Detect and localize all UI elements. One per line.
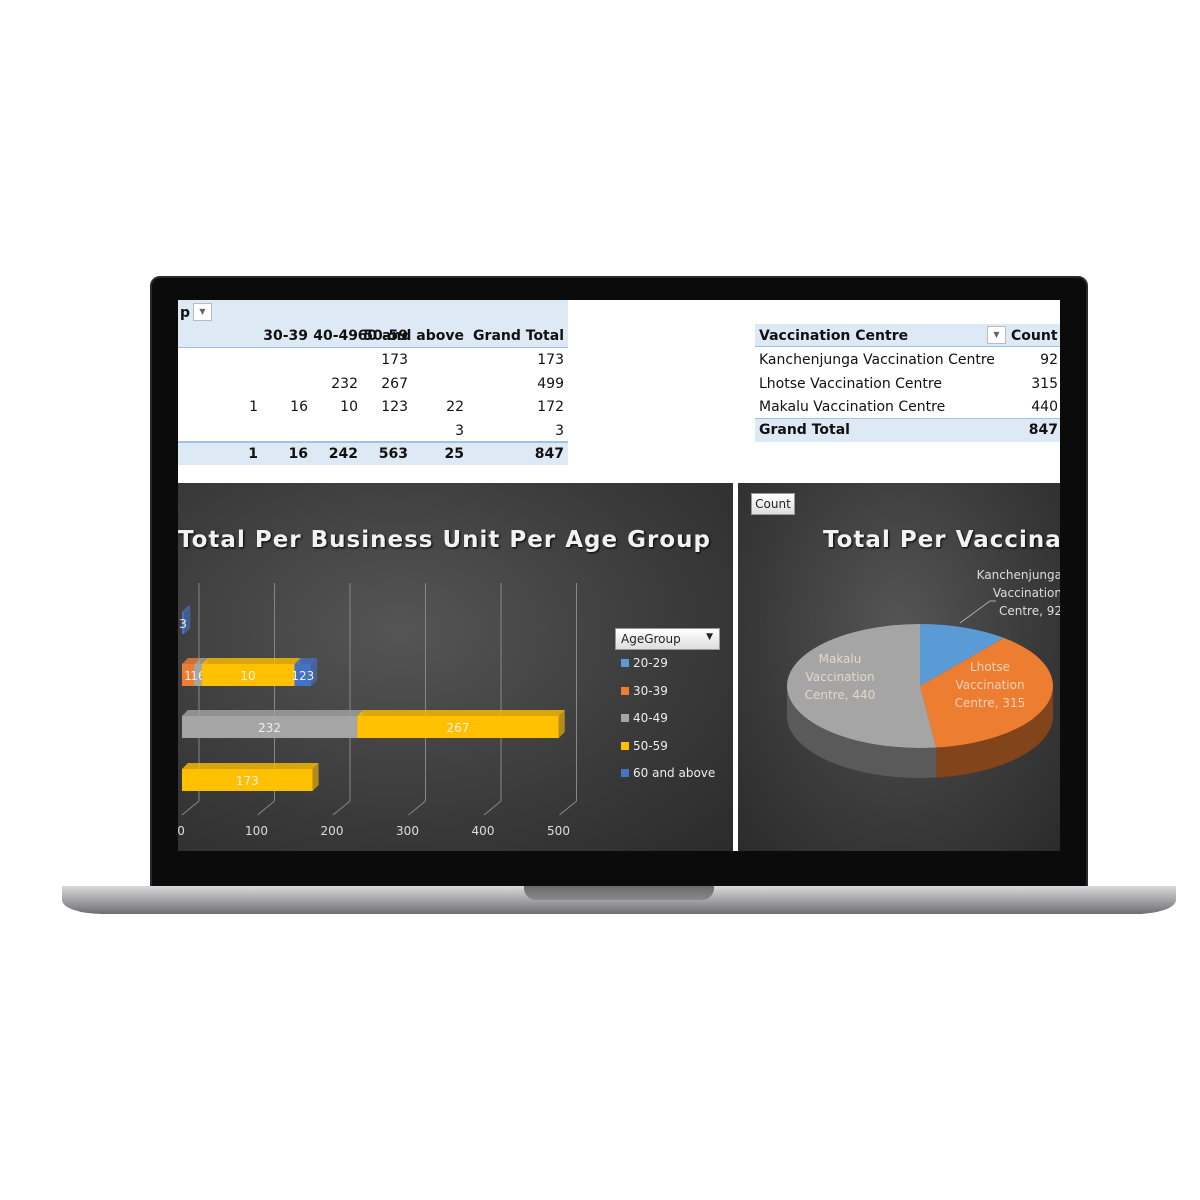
laptop-notch	[524, 886, 714, 900]
column-header: 60 and above	[357, 328, 464, 344]
grand-total-count: 847	[1028, 422, 1058, 438]
legend-label: 20-29	[633, 656, 668, 670]
pie-data-label: Vaccination	[805, 670, 874, 684]
centre-filter-dropdown[interactable]: ▼	[987, 326, 1006, 344]
legend-swatch	[621, 741, 629, 750]
gridline	[257, 800, 275, 816]
spreadsheet-screen: p ▼ 30-39 40-49 50-59 60 and above Grand Tot…	[178, 300, 1060, 851]
centre-count: 315	[1031, 375, 1058, 392]
x-tick-label: 0	[178, 824, 185, 838]
table-cell: 3	[455, 422, 464, 439]
data-label: 173	[236, 774, 259, 788]
legend-swatch	[621, 659, 629, 667]
x-tick-label: 200	[321, 824, 344, 838]
gridline	[559, 800, 577, 816]
centre-header: Vaccination Centre	[759, 328, 909, 344]
pie-chart-plot: Kanchenjunga Vaccination Centre, 92 Lhotse V…	[786, 568, 1060, 778]
total-cell: 847	[534, 446, 564, 462]
x-tick-label: 300	[396, 824, 419, 838]
table-cell: 123	[381, 399, 408, 415]
pie-data-label: Centre, 92	[999, 604, 1060, 618]
centre-name: Kanchenjunga Vaccination Centre	[759, 352, 995, 368]
agegroup-filter-label: AgeGroup	[621, 632, 681, 646]
pie-data-label: Vaccination	[955, 678, 1024, 692]
data-label: 123	[291, 669, 314, 683]
column-header: Grand Total	[473, 328, 564, 344]
centre-name: Lhotse Vaccination Centre	[759, 375, 942, 392]
data-label: 267	[446, 721, 469, 735]
leader-line	[959, 600, 996, 624]
legend-swatch	[621, 714, 629, 722]
chevron-down-icon: ▼	[706, 632, 713, 642]
pivot-filter-label: p	[180, 305, 191, 321]
bar-top	[201, 658, 301, 664]
legend-item[interactable]: 20-29	[621, 656, 668, 670]
table-cell: 22	[446, 399, 464, 415]
chevron-down-icon: ▼	[993, 330, 1000, 339]
x-tick-label: 500	[547, 824, 570, 838]
bar-top	[357, 710, 565, 716]
bar-top	[182, 710, 364, 716]
centre-name: Makalu Vaccination Centre	[759, 399, 946, 415]
count-header: Count	[1011, 328, 1058, 344]
legend-swatch	[621, 686, 629, 695]
chevron-down-icon: ▼	[199, 307, 206, 316]
x-tick-label: 400	[472, 824, 495, 838]
table-cell: 499	[537, 375, 564, 392]
legend-item[interactable]: 50-59	[621, 739, 668, 753]
pie-data-label: Centre, 440	[805, 688, 876, 702]
x-tick-label: 100	[245, 824, 268, 838]
total-cell: 25	[444, 446, 464, 462]
centre-count: 92	[1040, 352, 1058, 368]
pivot-filter-dropdown[interactable]: ▼	[193, 303, 212, 321]
gridline	[483, 800, 502, 816]
table-cell: 172	[537, 399, 564, 415]
legend-label: 40-49	[633, 711, 668, 725]
gridline	[408, 800, 426, 816]
legend-item[interactable]: 30-39	[621, 684, 668, 698]
pie-chart-panel[interactable]: Count Total Per Vaccination Centre Kanch…	[738, 483, 1060, 851]
pie-data-label: Vaccination	[993, 586, 1060, 600]
pie-data-label: Makalu	[819, 652, 862, 666]
table-cell: 173	[537, 352, 564, 368]
bar-chart-panel[interactable]: Total Per Business Unit Per Age Group 01…	[178, 483, 733, 851]
legend-item[interactable]: 40-49	[621, 711, 668, 725]
table-cell: 267	[381, 375, 408, 392]
legend-swatch	[621, 769, 629, 777]
gridline	[332, 800, 351, 816]
gridline	[181, 800, 200, 816]
legend-label: 30-39	[633, 683, 668, 698]
grand-total-label: Grand Total	[759, 422, 850, 438]
pie-data-label: Kanchenjunga	[977, 568, 1060, 582]
pie-data-label: Centre, 315	[955, 696, 1026, 710]
data-label: 232	[258, 721, 281, 735]
pie-data-label: Lhotse	[970, 660, 1010, 674]
total-cell: 563	[378, 446, 408, 462]
table-cell: 173	[381, 352, 408, 368]
legend-label: 60 and above	[633, 766, 716, 780]
agegroup-filter-button[interactable]: AgeGroup ▼	[615, 628, 720, 650]
legend-label: 50-59	[633, 738, 668, 753]
data-label: 10	[240, 669, 255, 683]
data-label: 3	[179, 617, 187, 631]
centre-count: 440	[1031, 399, 1058, 415]
table-cell: 3	[555, 422, 564, 439]
legend-item[interactable]: 60 and above	[621, 766, 715, 780]
bar-top	[182, 763, 319, 769]
